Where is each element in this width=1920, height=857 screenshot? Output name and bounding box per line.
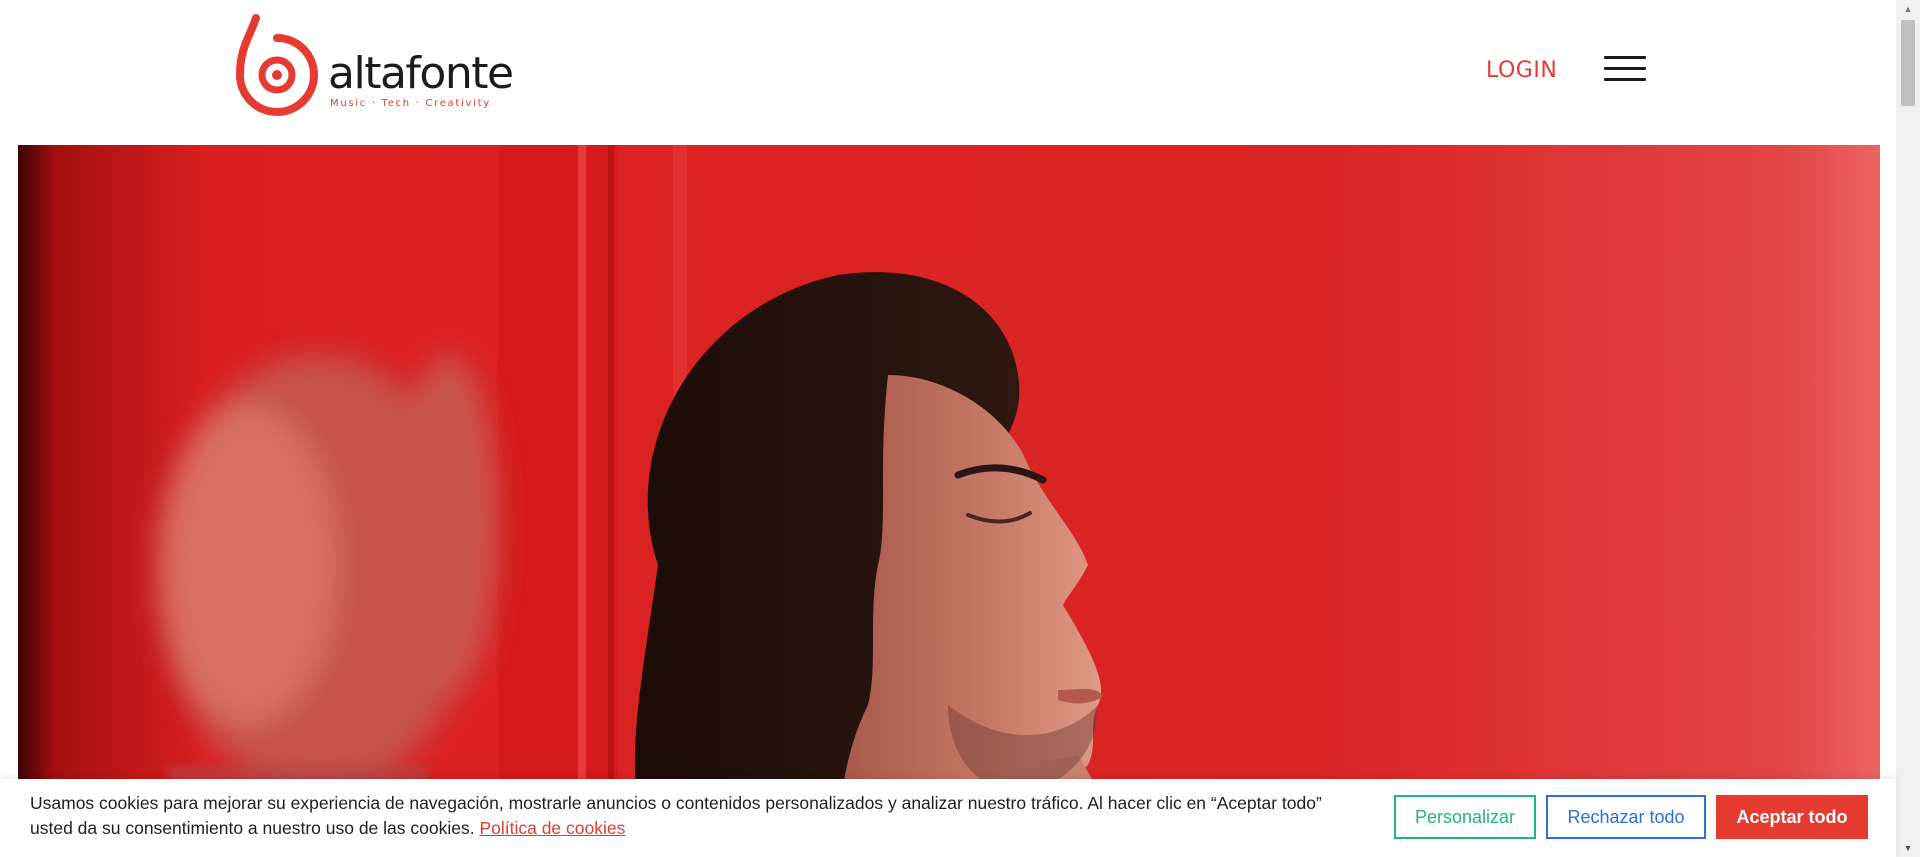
cookie-banner: Usamos cookies para mejorar su experienc… <box>0 779 1896 857</box>
cookie-message: Usamos cookies para mejorar su experienc… <box>30 791 1360 841</box>
scroll-thumb[interactable] <box>1901 20 1915 106</box>
cookie-message-text: Usamos cookies para mejorar su experienc… <box>30 793 1322 838</box>
scroll-down-arrow-icon[interactable]: ▼ <box>1896 839 1920 857</box>
logo-tagline: Music · Tech · Creativity <box>330 98 491 109</box>
cookie-policy-link[interactable]: Política de cookies <box>479 818 625 838</box>
vertical-scrollbar[interactable]: ▲ ▼ <box>1896 0 1920 857</box>
hamburger-menu-icon[interactable] <box>1604 56 1648 84</box>
logo-wordmark: altafonte <box>328 48 514 99</box>
page: altafonte Music · Tech · Creativity LOGI… <box>0 0 1920 857</box>
hero-image <box>18 145 1880 857</box>
altafonte-logo[interactable]: altafonte Music · Tech · Creativity <box>236 14 514 118</box>
reject-all-button[interactable]: Rechazar todo <box>1546 795 1706 839</box>
scroll-up-arrow-icon[interactable]: ▲ <box>1896 0 1920 18</box>
login-link[interactable]: LOGIN <box>1486 58 1557 83</box>
customize-button[interactable]: Personalizar <box>1394 795 1536 839</box>
hero-illustration <box>158 145 1138 857</box>
accept-all-button[interactable]: Aceptar todo <box>1716 795 1868 839</box>
logo-mark-icon <box>236 14 318 116</box>
site-header: altafonte Music · Tech · Creativity LOGI… <box>0 0 1880 145</box>
